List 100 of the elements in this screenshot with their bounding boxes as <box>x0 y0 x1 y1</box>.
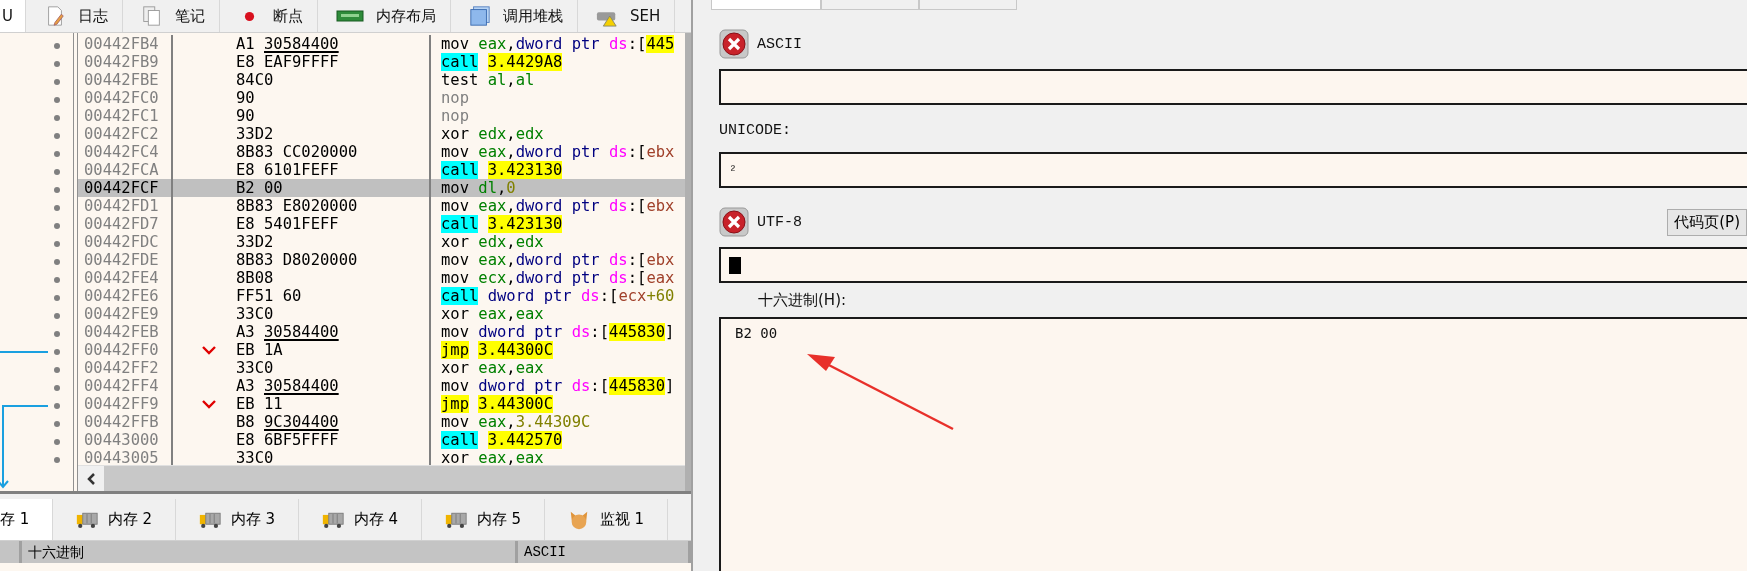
opcode-bytes: 33D2 <box>236 233 274 251</box>
opcode-bytes: 8B83 E8020000 <box>236 197 358 215</box>
disassembly-row[interactable]: 00442FE9 33C0 xor eax,eax <box>78 305 685 323</box>
chip-icon <box>336 9 364 23</box>
tab[interactable]: 内存 5 <box>422 499 545 540</box>
address-text: 00442FCF <box>78 179 173 197</box>
opcode-bytes: E8 6101FEFF <box>236 161 339 179</box>
opcode-bytes: E8 5401FEFF <box>236 215 339 233</box>
address-text: 00442FEB <box>78 323 173 341</box>
chevron-left-icon <box>86 471 96 486</box>
opcode-bytes: A3 30584400 <box>236 377 339 395</box>
disassembly-row[interactable]: 00442FD1 8B83 E8020000 mov eax,dword ptr ds:[ebx <box>78 197 685 215</box>
disassembly-row[interactable]: 00442FCF B2 00 mov dl,0 <box>78 179 685 197</box>
instruction-text: call 3.423130 <box>440 161 563 179</box>
codepage-button[interactable]: 代码页(P) <box>1667 208 1747 236</box>
opcode-bytes: A3 30584400 <box>236 323 339 341</box>
opcode-bytes: 84C0 <box>236 71 274 89</box>
tab[interactable]: 日志 <box>26 0 123 32</box>
opcode-bytes: EB 11 <box>236 395 283 413</box>
opcode-bytes: 8B83 CC020000 <box>236 143 358 161</box>
opcode-bytes: E8 EAF9FFFF <box>236 53 339 71</box>
tab[interactable]: 内存 4 <box>299 499 422 540</box>
address-text: 00442FC1 <box>78 107 173 125</box>
disassembly-row[interactable]: 00442FE6 FF51 60 call dword ptr ds:[ecx+60 <box>78 287 685 305</box>
address-text: 00442FE9 <box>78 305 173 323</box>
opcode-bytes: 8B83 D8020000 <box>236 251 358 269</box>
field-label: UTF-8 <box>757 213 802 231</box>
instruction-text: mov ecx,dword ptr ds:[eax <box>440 269 675 287</box>
disassembly-row[interactable]: 00442FB9 E8 EAF9FFFF call 3.4429A8 <box>78 53 685 71</box>
opcode-bytes: 90 <box>236 107 255 125</box>
tab[interactable]: 存 1 <box>0 499 53 540</box>
disassembly-row[interactable]: 00442FE4 8B08 mov ecx,dword ptr ds:[eax <box>78 269 685 287</box>
instruction-text: mov eax,dword ptr ds:[ebx <box>440 197 675 215</box>
disassembly-row[interactable]: 00442FC4 8B83 CC020000 mov eax,dword ptr ds:[ebx <box>78 143 685 161</box>
tab[interactable]: 内存 3 <box>176 499 299 540</box>
disassembly-row[interactable]: 00442FC0 90 nop <box>78 89 685 107</box>
disassembly-row[interactable]: 00442FC2 33D2 xor edx,edx <box>78 125 685 143</box>
disassembly-row[interactable]: 00442FFB B8 9C304400 mov eax,3.44309C <box>78 413 685 431</box>
tab[interactable]: SEH <box>578 0 676 32</box>
instruction-text: xor eax,eax <box>440 305 544 323</box>
input-field[interactable] <box>719 69 1747 105</box>
opcode-bytes: B8 9C304400 <box>236 413 339 431</box>
instruction-text: mov eax,dword ptr ds:[ebx <box>440 251 675 269</box>
input-field[interactable]: ² <box>719 152 1747 188</box>
disassembly-row[interactable]: 00442FBE 84C0 test al,al <box>78 71 685 89</box>
hex-editor[interactable]: B2 00 <box>719 317 1747 571</box>
disassembly-row[interactable]: 00443000 E8 6BF5FFFF call 3.442570 <box>78 431 685 449</box>
tab[interactable]: 监视 1 <box>545 499 668 540</box>
opcode-bytes: FF51 60 <box>236 287 302 305</box>
disassembly-row[interactable]: 00442FF2 33C0 xor eax,eax <box>78 359 685 377</box>
instruction-text: call 3.423130 <box>440 215 563 233</box>
opcode-bytes: EB 1A <box>236 341 283 359</box>
instruction-text: mov dl,0 <box>440 179 516 197</box>
opcode-bytes: 33C0 <box>236 449 274 465</box>
tab[interactable]: 断点 <box>220 0 318 32</box>
instruction-text: jmp 3.44300C <box>440 341 553 359</box>
address-text: 00442FD7 <box>78 215 173 233</box>
address-text: 00442FFB <box>78 413 173 431</box>
opcode-bytes: A1 30584400 <box>236 35 339 53</box>
instruction-text: call dword ptr ds:[ecx+60 <box>440 287 675 305</box>
address-text: 00442FB9 <box>78 53 173 71</box>
disassembly-row[interactable]: 00442FF0 EB 1A jmp 3.44300C <box>78 341 685 359</box>
instruction-text: test al,al <box>440 71 535 89</box>
disassembly-row[interactable]: 00442FF9 EB 11 jmp 3.44300C <box>78 395 685 413</box>
instruction-text: xor edx,edx <box>440 233 544 251</box>
tab[interactable]: 内存 2 <box>53 499 176 540</box>
address-text: 00442FC4 <box>78 143 173 161</box>
field-label: 十六进制(H): <box>758 290 847 310</box>
address-text: 00442FBE <box>78 71 173 89</box>
disassembly-row[interactable]: 00442FDC 33D2 xor edx,edx <box>78 233 685 251</box>
opcode-bytes: B2 00 <box>236 179 283 197</box>
address-text: 00442FB4 <box>78 35 173 53</box>
input-field[interactable] <box>719 247 1747 283</box>
opcode-bytes: 90 <box>236 89 255 107</box>
address-text: 00442FF0 <box>78 341 173 359</box>
scroll-left-button[interactable] <box>78 466 104 491</box>
address-text: 00443000 <box>78 431 173 449</box>
tab[interactable]: 内存布局 <box>318 0 451 32</box>
disassembly-row[interactable]: 00442FDE 8B83 D8020000 mov eax,dword ptr ds:[ebx <box>78 251 685 269</box>
instruction-text: call 3.4429A8 <box>440 53 563 71</box>
address-text: 00442FF4 <box>78 377 173 395</box>
disassembly-row[interactable]: 00442FC1 90 nop <box>78 107 685 125</box>
instruction-text: nop <box>440 107 469 125</box>
field-label: UNICODE: <box>719 121 791 139</box>
tab[interactable]: 调用堆栈 <box>451 0 578 32</box>
instruction-text: mov eax,dword ptr ds:[445 <box>440 35 675 53</box>
address-text: 00442FE6 <box>78 287 173 305</box>
instruction-text: xor eax,eax <box>440 359 544 377</box>
field-label: ASCII <box>757 35 802 53</box>
tab[interactable]: U <box>0 0 26 32</box>
disassembly-row[interactable]: 00442FD7 E8 5401FEFF call 3.423130 <box>78 215 685 233</box>
address-text: 00442FF2 <box>78 359 173 377</box>
instruction-text: call 3.442570 <box>440 431 563 449</box>
address-text: 00442FC0 <box>78 89 173 107</box>
dot-icon <box>244 10 255 22</box>
address-text: 00442FDE <box>78 251 173 269</box>
pages-icon <box>141 5 163 27</box>
address-text: 00442FC2 <box>78 125 173 143</box>
tab[interactable]: 笔记 <box>123 0 220 32</box>
instruction-text: xor eax,eax <box>440 449 544 465</box>
